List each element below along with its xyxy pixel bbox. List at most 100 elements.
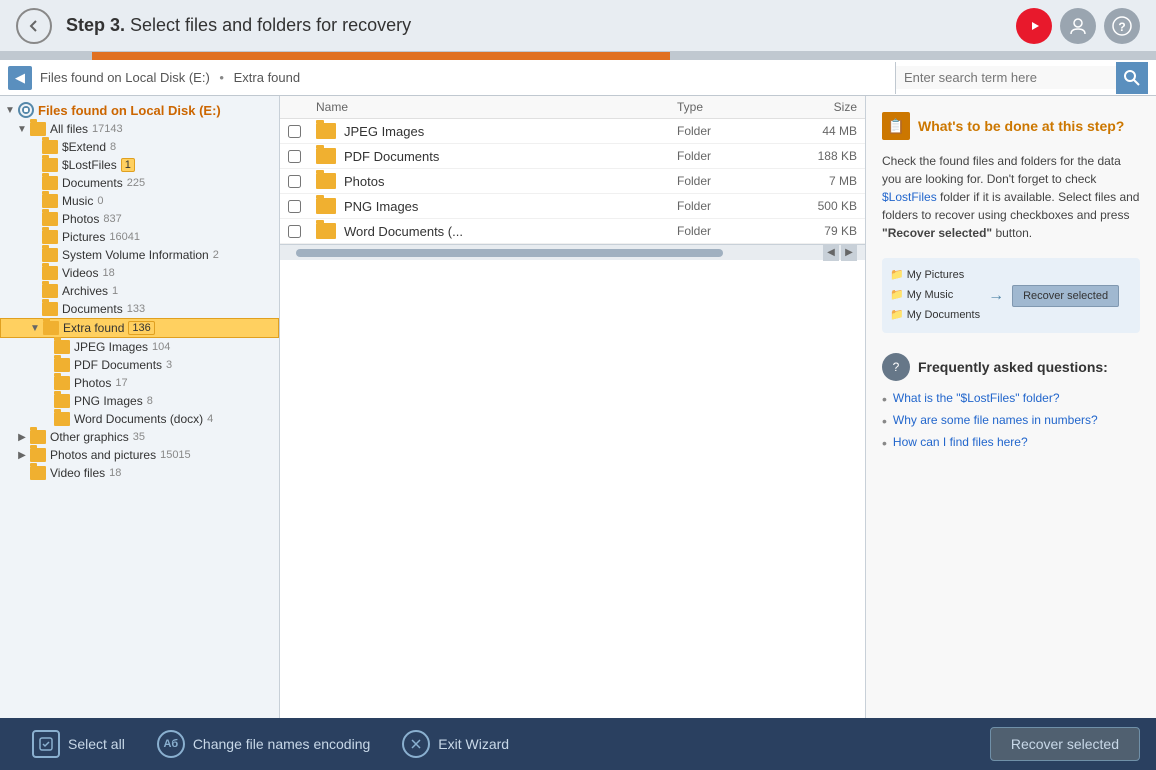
user-button[interactable] bbox=[1060, 8, 1096, 44]
breadcrumb-toggle-button[interactable]: ◀ bbox=[8, 66, 32, 90]
faq-item-3[interactable]: • How can I find files here? bbox=[882, 435, 1140, 451]
svg-text:?: ? bbox=[1118, 20, 1125, 34]
tree-label: $Extend bbox=[62, 140, 106, 154]
word-expander bbox=[40, 413, 52, 425]
folder-icon bbox=[42, 212, 58, 226]
faq-bullet: • bbox=[882, 413, 887, 429]
tree-count: 837 bbox=[103, 213, 121, 225]
tree-item-documents[interactable]: Documents 225 bbox=[0, 174, 279, 192]
tree-label: Other graphics bbox=[50, 430, 129, 444]
folder-icon bbox=[54, 376, 70, 390]
select-all-button[interactable]: Select all bbox=[16, 722, 141, 766]
scroll-left-arrow[interactable]: ◀ bbox=[823, 245, 839, 261]
othergfx-expander: ▶ bbox=[16, 431, 28, 443]
exit-wizard-button[interactable]: Exit Wizard bbox=[386, 722, 525, 766]
breadcrumb-bar: ◀ Files found on Local Disk (E:) • Extra… bbox=[0, 60, 1156, 96]
folder-icon bbox=[30, 430, 46, 444]
faq-item-2[interactable]: • Why are some file names in numbers? bbox=[882, 413, 1140, 429]
tree-root[interactable]: ▼ Files found on Local Disk (E:) bbox=[0, 100, 279, 120]
scroll-right-arrow[interactable]: ▶ bbox=[841, 245, 857, 261]
tree-item-extrafound[interactable]: ▼ Extra found 136 bbox=[0, 318, 279, 338]
info-header: 📋 What's to be done at this step? bbox=[882, 112, 1140, 140]
tree-item-pdf[interactable]: PDF Documents 3 bbox=[0, 356, 279, 374]
extend-expander bbox=[28, 141, 40, 153]
tree-item-jpeg[interactable]: JPEG Images 104 bbox=[0, 338, 279, 356]
documents2-expander bbox=[28, 303, 40, 315]
faq-link-1[interactable]: What is the "$LostFiles" folder? bbox=[893, 391, 1060, 405]
png-expander bbox=[40, 395, 52, 407]
folder-icon bbox=[42, 194, 58, 208]
tree-item-photos[interactable]: Photos 837 bbox=[0, 210, 279, 228]
tree-item-all-files[interactable]: ▼ All files 17143 bbox=[0, 120, 279, 138]
tree-label: Videos bbox=[62, 266, 98, 280]
demo-folder-3: 📁 My Documents bbox=[890, 306, 980, 326]
tree-count: 17143 bbox=[92, 123, 123, 135]
tree-item-documents2[interactable]: Documents 133 bbox=[0, 300, 279, 318]
search-button[interactable] bbox=[1116, 62, 1148, 94]
tree-item-extend[interactable]: $Extend 8 bbox=[0, 138, 279, 156]
faq-icon: ? bbox=[882, 353, 910, 381]
tree-count: 18 bbox=[109, 467, 121, 479]
search-input[interactable] bbox=[896, 66, 1116, 89]
tree-item-videos[interactable]: Videos 18 bbox=[0, 264, 279, 282]
tree-panel: ▼ Files found on Local Disk (E:) ▼ All f… bbox=[0, 96, 280, 718]
extrafound-expander: ▼ bbox=[29, 322, 41, 334]
lostfiles-expander bbox=[28, 159, 40, 171]
faq-link-2[interactable]: Why are some file names in numbers? bbox=[893, 413, 1098, 427]
row-checkbox[interactable] bbox=[288, 225, 301, 238]
row-checkbox[interactable] bbox=[288, 150, 301, 163]
recover-demo: 📁 My Pictures 📁 My Music 📁 My Documents … bbox=[882, 258, 1140, 333]
row-checkbox[interactable] bbox=[288, 200, 301, 213]
demo-folder-1: 📁 My Pictures bbox=[890, 266, 980, 286]
faq-section: ? Frequently asked questions: • What is … bbox=[882, 353, 1140, 451]
videos-expander bbox=[28, 267, 40, 279]
tree-count: 35 bbox=[133, 431, 145, 443]
folder-icon bbox=[54, 394, 70, 408]
photos-expander bbox=[28, 213, 40, 225]
tree-item-pictures[interactable]: Pictures 16041 bbox=[0, 228, 279, 246]
tree-label: JPEG Images bbox=[74, 340, 148, 354]
tree-item-lostfiles[interactable]: $LostFiles 1 bbox=[0, 156, 279, 174]
tree-count: 17 bbox=[115, 377, 127, 389]
tree-item-music[interactable]: Music 0 bbox=[0, 192, 279, 210]
row-checkbox[interactable] bbox=[288, 125, 301, 138]
youtube-button[interactable] bbox=[1016, 8, 1052, 44]
photospics-expander: ▶ bbox=[16, 449, 28, 461]
horizontal-scrollbar[interactable]: ◀ ▶ bbox=[280, 244, 865, 260]
tree-item-video-files[interactable]: Video files 18 bbox=[0, 464, 279, 482]
tree-count-badge: 136 bbox=[128, 321, 154, 335]
folder-icon bbox=[42, 284, 58, 298]
pictures-expander bbox=[28, 231, 40, 243]
progress-seg-1 bbox=[0, 52, 92, 60]
tree-item-other-graphics[interactable]: ▶ Other graphics 35 bbox=[0, 428, 279, 446]
tree-label: Photos and pictures bbox=[50, 448, 156, 462]
change-encoding-button[interactable]: Aб Change file names encoding bbox=[141, 722, 386, 766]
tree-item-png[interactable]: PNG Images 8 bbox=[0, 392, 279, 410]
tree-item-archives[interactable]: Archives 1 bbox=[0, 282, 279, 300]
tree-item-word[interactable]: Word Documents (docx) 4 bbox=[0, 410, 279, 428]
scrollbar-thumb[interactable] bbox=[296, 249, 723, 257]
recover-emphasis: "Recover selected" bbox=[882, 226, 992, 240]
recover-selected-button[interactable]: Recover selected bbox=[990, 727, 1140, 761]
faq-item-1[interactable]: • What is the "$LostFiles" folder? bbox=[882, 391, 1140, 407]
tree-count: 1 bbox=[112, 285, 118, 297]
tree-item-photos-pictures[interactable]: ▶ Photos and pictures 15015 bbox=[0, 446, 279, 464]
back-button[interactable] bbox=[16, 8, 52, 44]
lostfiles-link[interactable]: $LostFiles bbox=[882, 190, 937, 204]
info-panel: 📋 What's to be done at this step? Check … bbox=[866, 96, 1156, 718]
tree-label: System Volume Information bbox=[62, 248, 209, 262]
tree-item-sysvolinfo[interactable]: System Volume Information 2 bbox=[0, 246, 279, 264]
demo-recover-button[interactable]: Recover selected bbox=[1012, 285, 1119, 307]
col-size: Size bbox=[777, 100, 857, 114]
help-button[interactable]: ? bbox=[1104, 8, 1140, 44]
tree-item-photos2[interactable]: Photos 17 bbox=[0, 374, 279, 392]
select-all-label: Select all bbox=[68, 736, 125, 752]
folder-icon bbox=[316, 148, 336, 164]
file-list-header: Name Type Size bbox=[280, 96, 865, 119]
faq-link-3[interactable]: How can I find files here? bbox=[893, 435, 1028, 449]
row-checkbox[interactable] bbox=[288, 175, 301, 188]
change-encoding-label: Change file names encoding bbox=[193, 736, 370, 752]
table-row: JPEG Images Folder 44 MB bbox=[280, 119, 865, 144]
tree-count: 3 bbox=[166, 359, 172, 371]
tree-label: Photos bbox=[62, 212, 99, 226]
